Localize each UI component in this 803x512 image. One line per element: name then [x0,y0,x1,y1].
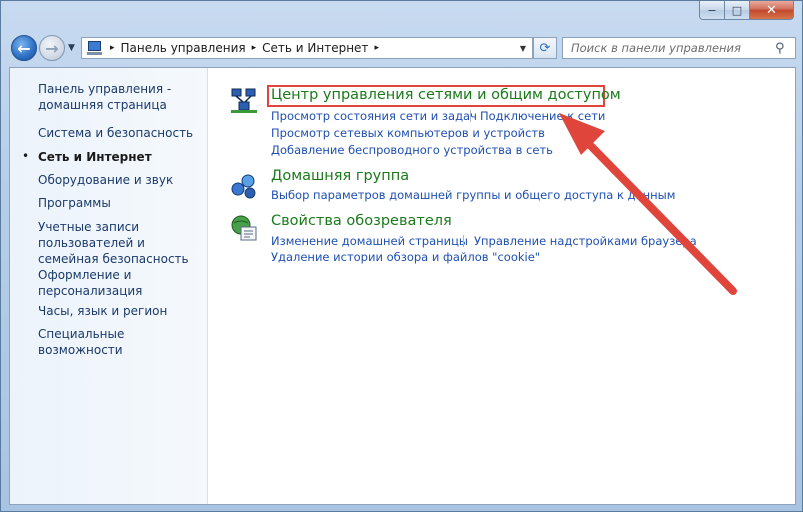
control-panel-window: − □ ✕ ← → ▼ ▸ Панель управления ▸ Сеть и… [0,0,803,512]
link-change-homepage[interactable]: Изменение домашней страницы [271,234,468,248]
link-delete-browsing-history[interactable]: Удаление истории обзора и файлов "cookie… [271,250,540,264]
sidebar-item-user-accounts[interactable]: Учетные записи пользователей и семейная … [38,219,203,267]
sidebar-item-appearance[interactable]: Оформление и персонализация [38,267,203,299]
sidebar-item-network-internet[interactable]: Сеть и Интернет [38,149,203,165]
address-dropdown-icon[interactable]: ▼ [514,38,532,58]
homegroup-icon[interactable] [229,171,259,201]
breadcrumb-separator[interactable]: ▸ [110,43,115,53]
refresh-icon: ⟳ [539,40,551,56]
forward-button[interactable]: → [39,35,65,61]
search-input[interactable] [563,41,773,55]
main-pane: Центр управления сетями и общим доступом… [209,68,795,504]
network-center-icon[interactable] [229,86,259,116]
sidebar-item-home[interactable]: Панель управления - домашняя страница [38,81,203,113]
search-box[interactable]: ⚲ [562,37,796,59]
link-separator [470,110,471,122]
breadcrumb-separator[interactable]: ▸ [374,43,379,53]
back-button[interactable]: ← [11,35,37,61]
control-panel-icon [86,40,104,56]
link-separator [463,235,464,247]
search-icon[interactable]: ⚲ [775,41,785,56]
sidebar-item-hardware-sound[interactable]: Оборудование и звук [38,172,203,188]
sidebar-item-clock-language[interactable]: Часы, язык и регион [38,303,203,319]
forward-arrow-icon: → [45,38,59,58]
address-bar[interactable]: ▸ Панель управления ▸ Сеть и Интернет ▸ … [81,37,533,59]
link-view-network-computers[interactable]: Просмотр сетевых компьютеров и устройств [271,126,545,140]
caption-buttons: − □ ✕ [699,1,794,20]
content-area: Панель управления - домашняя страница Си… [9,67,796,505]
close-button[interactable]: ✕ [750,1,794,20]
navigation-bar: ← → ▼ ▸ Панель управления ▸ Сеть и Интер… [9,31,796,65]
breadcrumb-control-panel[interactable]: Панель управления [121,41,246,55]
recent-pages-dropdown[interactable]: ▼ [68,43,75,53]
link-add-wireless-device[interactable]: Добавление беспроводного устройства в се… [271,143,553,157]
minimize-button[interactable]: − [699,1,725,20]
link-connect-to-network[interactable]: Подключение к сети [480,109,605,123]
active-bullet: • [22,149,30,163]
breadcrumb-separator[interactable]: ▸ [252,43,257,53]
link-homegroup-settings[interactable]: Выбор параметров домашней группы и общег… [271,188,675,202]
sidebar-item-accessibility[interactable]: Специальные возможности [38,326,203,358]
refresh-button[interactable]: ⟳ [533,37,557,59]
internet-options-icon[interactable] [229,213,259,243]
link-manage-addons[interactable]: Управление надстройками браузера [474,234,697,248]
category-title-homegroup[interactable]: Домашняя группа [271,168,409,184]
breadcrumb-network-internet[interactable]: Сеть и Интернет [262,41,368,55]
sidebar: Панель управления - домашняя страница Си… [10,68,208,504]
category-title-network-center[interactable]: Центр управления сетями и общим доступом [271,87,621,103]
sidebar-item-programs[interactable]: Программы [38,195,203,211]
sidebar-item-system-security[interactable]: Система и безопасность [38,125,203,141]
link-view-network-status[interactable]: Просмотр состояния сети и задач [271,109,477,123]
back-arrow-icon: ← [17,38,31,58]
category-title-internet-options[interactable]: Свойства обозревателя [271,213,452,229]
maximize-button[interactable]: □ [725,1,750,20]
